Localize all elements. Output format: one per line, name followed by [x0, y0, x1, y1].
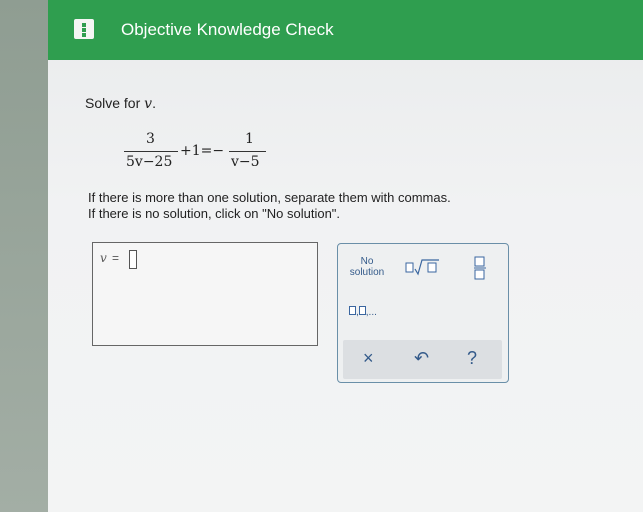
fraction-icon — [474, 256, 486, 280]
help-icon[interactable]: ? — [467, 348, 477, 369]
right-numerator: 1 — [245, 131, 254, 147]
list-box-icon — [349, 306, 356, 315]
list-box-icon — [358, 306, 366, 315]
page-title: Objective Knowledge Check — [121, 20, 334, 39]
clear-icon[interactable]: × — [363, 348, 374, 369]
left-fraction-bar — [124, 151, 178, 152]
prompt-variable: v — [144, 96, 153, 112]
list-button[interactable]: ,,... — [349, 306, 377, 318]
nth-root-button[interactable] — [405, 258, 441, 281]
list-suffix: ,... — [365, 307, 377, 318]
right-fraction-bar — [229, 151, 266, 152]
prompt-suffix: . — [152, 95, 156, 111]
left-background-strip — [0, 0, 48, 512]
prompt-prefix: Solve for — [85, 95, 145, 111]
left-numerator: 3 — [146, 131, 155, 147]
fraction-button[interactable] — [474, 256, 486, 285]
no-solution-label-line1: No — [360, 256, 374, 267]
undo-icon[interactable]: ↶ — [414, 348, 429, 369]
no-solution-label-line2: solution — [349, 267, 385, 278]
instruction-multiple-solutions: If there is more than one solution, sepa… — [88, 190, 451, 205]
keypad-action-bar: × ↶ ? — [343, 340, 502, 379]
instruction-no-solution: If there is no solution, click on "No so… — [88, 206, 341, 221]
nth-root-icon — [405, 259, 439, 276]
left-denominator: 5v−25 — [126, 154, 173, 170]
right-denominator: v−5 — [231, 154, 260, 170]
problem-prompt: Solve for v. — [85, 95, 156, 112]
answer-input[interactable] — [129, 250, 137, 269]
equation-middle: +1=− — [180, 143, 225, 159]
answer-equals: = — [112, 251, 120, 265]
answer-area[interactable] — [92, 242, 318, 346]
answer-variable: v — [100, 251, 107, 265]
no-solution-button[interactable]: No solution — [346, 256, 388, 278]
hamburger-menu-icon[interactable] — [74, 19, 94, 39]
